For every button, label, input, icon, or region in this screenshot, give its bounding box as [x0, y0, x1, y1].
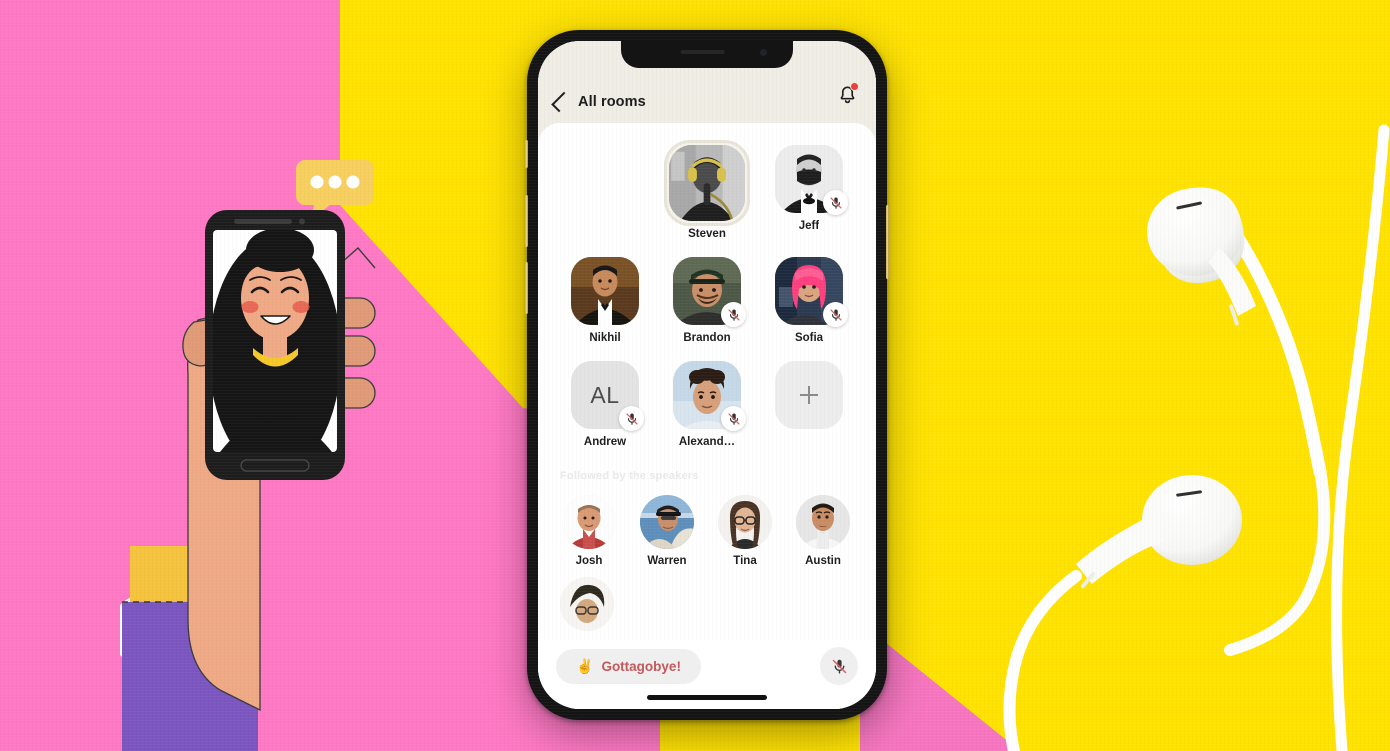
avatar: [562, 495, 616, 549]
mic-muted-icon: [829, 308, 842, 321]
speaker-name: Alexand…: [678, 436, 736, 448]
speaker-nikhil[interactable]: Nikhil: [559, 257, 651, 344]
earbud-cable: [1331, 124, 1390, 751]
phone-volume-up-button[interactable]: [525, 195, 528, 247]
mic-muted-icon: [727, 412, 740, 425]
followed-section-title: Followed by the speakers: [560, 470, 699, 482]
mute-badge: [619, 406, 644, 431]
photo-austin: [796, 495, 850, 549]
notifications-button[interactable]: [837, 82, 859, 111]
white-earbuds: [980, 120, 1390, 751]
speaker-name: Brandon: [683, 332, 731, 344]
speaker-name: Jeff: [798, 220, 820, 232]
followed-tina[interactable]: Tina: [714, 495, 776, 567]
phone-volume-down-button[interactable]: [525, 262, 528, 314]
speaker-andrew[interactable]: AL Andrew: [559, 361, 651, 448]
avatar-peek[interactable]: [560, 577, 614, 631]
chevron-left-icon: [551, 91, 572, 113]
avatar: [669, 145, 745, 221]
app-screen: All rooms Steven Jeff Nikhil Brandon Sof…: [538, 41, 876, 709]
mute-badge: [721, 406, 746, 431]
back-to-all-rooms-button[interactable]: All rooms: [551, 91, 646, 113]
followed-name: Josh: [575, 555, 603, 567]
followed-row: Josh Warren Tina Austin: [554, 495, 860, 567]
earbud-bottom: [1003, 475, 1242, 751]
room-sheet: Steven Jeff Nikhil Brandon Sofia AL Andr…: [538, 123, 876, 709]
photo-peek: [560, 577, 614, 631]
speaker-name: Steven: [688, 228, 726, 240]
mic-muted-icon: [829, 196, 842, 209]
notification-badge-dot: [850, 82, 859, 91]
avatar: [796, 495, 850, 549]
toggle-mute-button[interactable]: [820, 647, 858, 685]
speaker-jeff[interactable]: Jeff: [763, 145, 855, 240]
followed-name: Austin: [805, 555, 841, 567]
mute-badge: [823, 190, 848, 215]
avatar: [571, 257, 639, 325]
plus-icon-vertical: [808, 386, 810, 404]
photo-warren: [640, 495, 694, 549]
scene-root: All rooms Steven Jeff Nikhil Brandon Sof…: [0, 0, 1390, 751]
mute-badge: [721, 302, 746, 327]
home-indicator[interactable]: [647, 695, 767, 700]
mic-muted-icon: [727, 308, 740, 321]
followed-row-peek: [554, 577, 860, 631]
leave-button-label: Gottagobye!: [601, 658, 681, 674]
mic-muted-icon: [625, 412, 638, 425]
speakers-grid: Steven Jeff Nikhil Brandon Sofia AL Andr…: [554, 140, 860, 448]
leave-quietly-button[interactable]: ✌️ Gottagobye!: [556, 648, 701, 684]
photo-nikhil: [571, 257, 639, 325]
avatar-initials: AL: [590, 381, 620, 408]
avatar: [718, 495, 772, 549]
speaker-name: Nikhil: [589, 332, 621, 344]
mic-muted-icon: [832, 659, 846, 674]
phone-device: All rooms Steven Jeff Nikhil Brandon Sof…: [525, 30, 889, 720]
followed-name: Warren: [647, 555, 687, 567]
photo-josh: [562, 495, 616, 549]
photo-tina: [718, 495, 772, 549]
speaker-name: Andrew: [583, 436, 627, 448]
speaker-name: Sofia: [794, 332, 824, 344]
phone-mute-switch[interactable]: [525, 140, 528, 168]
earbud-top: [1147, 187, 1331, 656]
phone-screen: All rooms Steven Jeff Nikhil Brandon Sof…: [538, 41, 876, 709]
header-title: All rooms: [578, 94, 646, 110]
avatar: [640, 495, 694, 549]
peace-hand-icon: ✌️: [576, 658, 594, 674]
followed-josh[interactable]: Josh: [558, 495, 620, 567]
add-speaker-button[interactable]: [763, 361, 855, 448]
photo-steven: [669, 145, 745, 221]
speaker-sofia[interactable]: Sofia: [763, 257, 855, 344]
phone-notch: [621, 41, 793, 68]
speaker-alexander[interactable]: Alexand…: [661, 361, 753, 448]
speaker-brandon[interactable]: Brandon: [661, 257, 753, 344]
speaker-steven[interactable]: Steven: [661, 140, 753, 240]
front-camera: [760, 49, 767, 56]
followed-austin[interactable]: Austin: [792, 495, 854, 567]
mute-badge: [823, 302, 848, 327]
followed-name: Tina: [733, 555, 757, 567]
hand-holding-phone-illustration: [120, 150, 410, 751]
phone-power-button[interactable]: [886, 205, 889, 279]
followed-warren[interactable]: Warren: [636, 495, 698, 567]
earpiece-speaker: [680, 50, 725, 54]
